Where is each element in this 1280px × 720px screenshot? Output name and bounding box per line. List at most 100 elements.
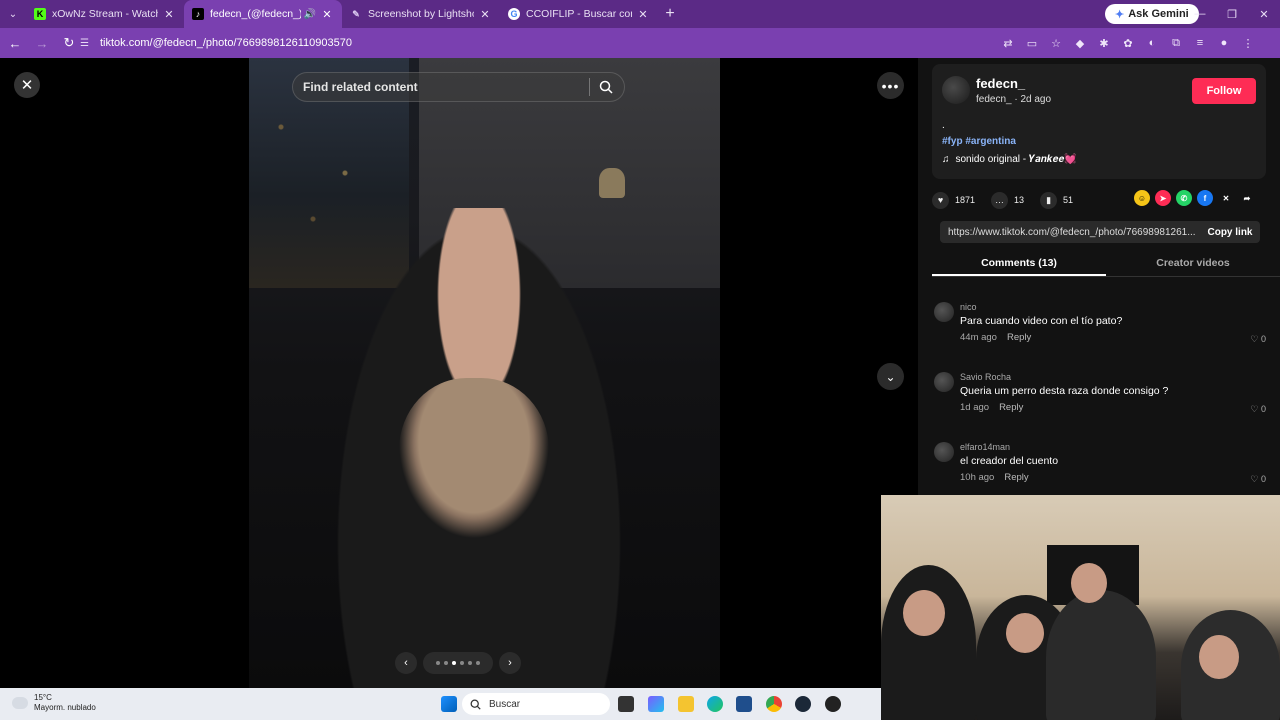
like-stat[interactable]: ♥ 1871	[932, 191, 975, 209]
avatar[interactable]	[934, 372, 954, 392]
edge-icon[interactable]	[707, 696, 723, 712]
new-tab-button[interactable]: +	[658, 5, 682, 23]
username[interactable]: fedecn_	[976, 76, 1025, 91]
sidebar-tabs: Comments (13) Creator videos	[932, 253, 1280, 277]
search-icon[interactable]	[590, 80, 622, 94]
carousel-dot[interactable]	[444, 661, 448, 665]
minimize-icon[interactable]: —	[1184, 0, 1216, 28]
send-icon[interactable]: ➤	[1155, 190, 1171, 206]
reload-icon[interactable]: ↻	[57, 31, 81, 55]
cast-icon[interactable]: ▭	[1024, 35, 1040, 51]
more-options-icon[interactable]: •••	[877, 72, 904, 99]
avatar[interactable]	[934, 442, 954, 462]
extension-icon[interactable]: ✱	[1096, 35, 1112, 51]
close-icon[interactable]: ✕	[478, 8, 492, 21]
comment-like-count: 0	[1260, 474, 1266, 484]
comment-author[interactable]: nico	[960, 302, 977, 312]
address-bar[interactable]: ☰ tiktok.com/@fedecn_/photo/766989812611…	[80, 31, 1070, 55]
comment-author[interactable]: elfaro14man	[960, 442, 1010, 452]
x-icon[interactable]: ✕	[1218, 190, 1234, 206]
tab-google[interactable]: G CCOIFLIP - Buscar con Google ✕	[500, 0, 658, 28]
related-search-input[interactable]	[293, 80, 589, 94]
follow-button[interactable]: Follow	[1192, 78, 1256, 104]
site-info-icon[interactable]: ☰	[80, 38, 100, 49]
embed-icon[interactable]: ☺	[1134, 190, 1150, 206]
restore-icon[interactable]: ❐	[1216, 0, 1248, 28]
share-arrow-icon[interactable]: ➦	[1239, 190, 1255, 206]
close-icon[interactable]: ✕	[636, 8, 650, 21]
comment-stat[interactable]: … 13	[991, 191, 1024, 209]
photo-dog	[399, 378, 549, 538]
bookmark-icon: ▮	[1040, 191, 1058, 209]
steam-icon[interactable]	[795, 696, 811, 712]
copilot-icon[interactable]	[648, 696, 664, 712]
close-icon[interactable]: ✕	[320, 8, 334, 21]
app-icon[interactable]	[825, 696, 841, 712]
carousel-dot[interactable]	[476, 661, 480, 665]
chevron-down-icon[interactable]: ⌄	[877, 363, 904, 390]
carousel-dot[interactable]	[460, 661, 464, 665]
translate-icon[interactable]: ⇄	[1000, 35, 1016, 51]
file-explorer-icon[interactable]	[678, 696, 694, 712]
task-view-icon[interactable]	[618, 696, 634, 712]
close-window-icon[interactable]: ✕	[1248, 0, 1280, 28]
save-stat[interactable]: ▮ 51	[1040, 191, 1073, 209]
comment-like[interactable]: ♡ 0	[1250, 404, 1266, 415]
speaker-icon[interactable]: 🔊	[304, 9, 316, 20]
hashtags[interactable]: #fyp #argentina	[942, 136, 1016, 147]
music-note-icon: ♫	[942, 154, 950, 165]
back-icon[interactable]: ←	[3, 31, 27, 55]
carousel-dot[interactable]	[468, 661, 472, 665]
next-photo-button[interactable]: ›	[499, 652, 521, 674]
prev-photo-button[interactable]: ‹	[395, 652, 417, 674]
reply-button[interactable]: Reply	[1007, 332, 1031, 343]
comment-meta: 44m ago Reply	[960, 332, 1031, 343]
comment-text: Queria um perro desta raza donde consigo…	[960, 385, 1169, 397]
extension-icon[interactable]: ✿	[1120, 35, 1136, 51]
profile-icon[interactable]: ●	[1216, 35, 1232, 51]
heart-icon: ♥	[932, 191, 949, 209]
webcam-face	[1006, 613, 1044, 653]
tab-creator-videos[interactable]: Creator videos	[1106, 253, 1280, 276]
comment-like[interactable]: ♡ 0	[1250, 474, 1266, 485]
chrome-icon[interactable]	[766, 696, 782, 712]
forward-icon[interactable]: →	[30, 31, 54, 55]
handle-time: fedecn_ · 2d ago	[976, 94, 1052, 105]
extension-icon[interactable]: ◆	[1072, 35, 1088, 51]
facebook-icon[interactable]: f	[1197, 190, 1213, 206]
weather-widget[interactable]: 15°C Mayorm. nublado	[12, 693, 96, 713]
bookmark-star-icon[interactable]: ☆	[1048, 35, 1064, 51]
carousel-dot[interactable]	[452, 661, 456, 665]
webcam-face	[1071, 563, 1107, 603]
windows-start-icon[interactable]	[441, 696, 457, 712]
tab-search-icon[interactable]: ⌄	[0, 0, 26, 28]
extensions-puzzle-icon[interactable]: ⧉	[1168, 35, 1184, 51]
reply-button[interactable]: Reply	[999, 402, 1023, 413]
close-viewer-button[interactable]: ✕	[14, 72, 40, 98]
taskbar-search[interactable]: Buscar	[462, 693, 610, 715]
avatar[interactable]	[942, 76, 970, 104]
tab-title: fedecn_(@fedecn_) | TikTok	[210, 8, 301, 20]
tab-kick[interactable]: K xOwNz Stream - Watch Live on ✕	[26, 0, 184, 28]
webcam-person	[881, 565, 976, 720]
tab-tiktok[interactable]: ♪ fedecn_(@fedecn_) | TikTok 🔊 ✕	[184, 0, 342, 28]
tab-title: Screenshot by Lightshot	[368, 8, 474, 20]
comment-like[interactable]: ♡ 0	[1250, 334, 1266, 345]
carousel-dot[interactable]	[436, 661, 440, 665]
copy-link-button[interactable]: Copy link	[1200, 227, 1260, 238]
whatsapp-icon[interactable]: ✆	[1176, 190, 1192, 206]
extension-icon[interactable]: ◐	[1144, 35, 1160, 51]
close-icon[interactable]: ✕	[162, 8, 176, 21]
post-photo[interactable]	[249, 58, 720, 688]
avatar[interactable]	[934, 302, 954, 322]
photo-carousel: ‹ ›	[395, 650, 521, 676]
store-icon[interactable]	[736, 696, 752, 712]
carousel-dots	[423, 652, 493, 674]
reply-button[interactable]: Reply	[1004, 472, 1028, 483]
tab-lightshot[interactable]: ✎ Screenshot by Lightshot ✕	[342, 0, 500, 28]
menu-kebab-icon[interactable]: ⋮	[1240, 35, 1256, 51]
reading-list-icon[interactable]: ≡	[1192, 35, 1208, 51]
comment-author[interactable]: Savio Rocha	[960, 372, 1011, 382]
tab-comments[interactable]: Comments (13)	[932, 253, 1106, 276]
music-link[interactable]: ♫ sonido original - 𝒀𝒂𝒏𝒌𝒆𝒆💓	[942, 154, 1077, 165]
